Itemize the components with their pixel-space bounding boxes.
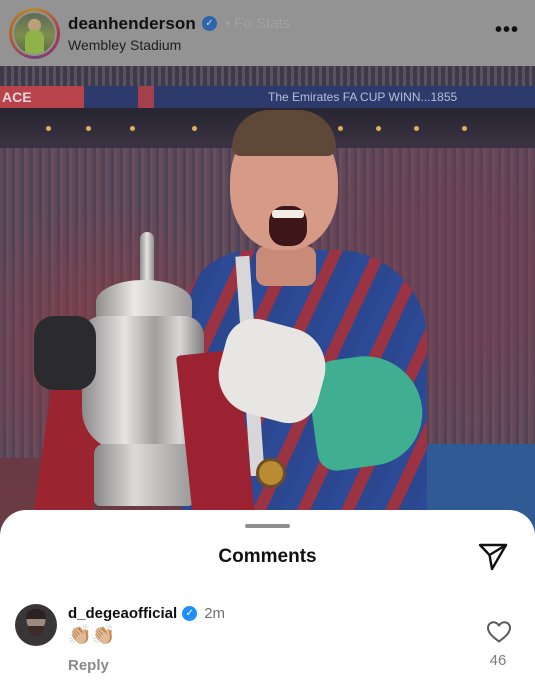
post-photo[interactable]: ACE The Emirates FA CUP WINN...1855: [0, 66, 535, 586]
crowd-top: [0, 66, 535, 88]
faded-header-text: • Fo Stats: [224, 15, 291, 32]
verified-badge-icon: ✓: [182, 606, 198, 621]
banner-text-center: The Emirates FA CUP WINN...1855: [268, 90, 458, 104]
paper-plane-icon[interactable]: [477, 542, 509, 572]
more-options-icon[interactable]: •••: [495, 20, 519, 40]
goalkeeper-glove-left: [34, 316, 96, 390]
commenter-avatar[interactable]: [15, 604, 57, 646]
verified-badge-icon: ✓: [201, 16, 217, 31]
comments-title: Comments: [218, 546, 317, 567]
comment-timestamp: 2m: [204, 605, 226, 622]
player-hair: [232, 110, 336, 156]
post-header: deanhenderson ✓ • Fo Stats Wembley Stadi…: [0, 0, 535, 66]
post-header-text: deanhenderson ✓ • Fo Stats Wembley Stadi…: [68, 14, 290, 53]
winners-medal: [256, 458, 286, 488]
stadium-banner: ACE The Emirates FA CUP WINN...1855: [0, 86, 535, 108]
comments-sheet: Comments d_degeaofficial ✓ 2m 👏🏼👏🏼 Reply…: [0, 510, 535, 680]
commenter-username[interactable]: d_degeaofficial: [68, 605, 177, 622]
player-teeth: [272, 210, 304, 218]
post-location[interactable]: Wembley Stadium: [68, 37, 290, 53]
comment-text: 👏🏼👏🏼: [68, 625, 116, 646]
banner-text-left: ACE: [2, 89, 32, 105]
player-neck: [256, 246, 316, 286]
post-author-avatar[interactable]: [9, 7, 60, 59]
heart-icon[interactable]: [486, 620, 512, 644]
like-count: 46: [489, 652, 507, 669]
post-author-username[interactable]: deanhenderson: [68, 14, 196, 34]
reply-button[interactable]: Reply: [68, 657, 109, 674]
trophy-base: [94, 444, 194, 506]
sheet-drag-handle[interactable]: [245, 524, 290, 528]
avatar-image: [14, 12, 55, 54]
